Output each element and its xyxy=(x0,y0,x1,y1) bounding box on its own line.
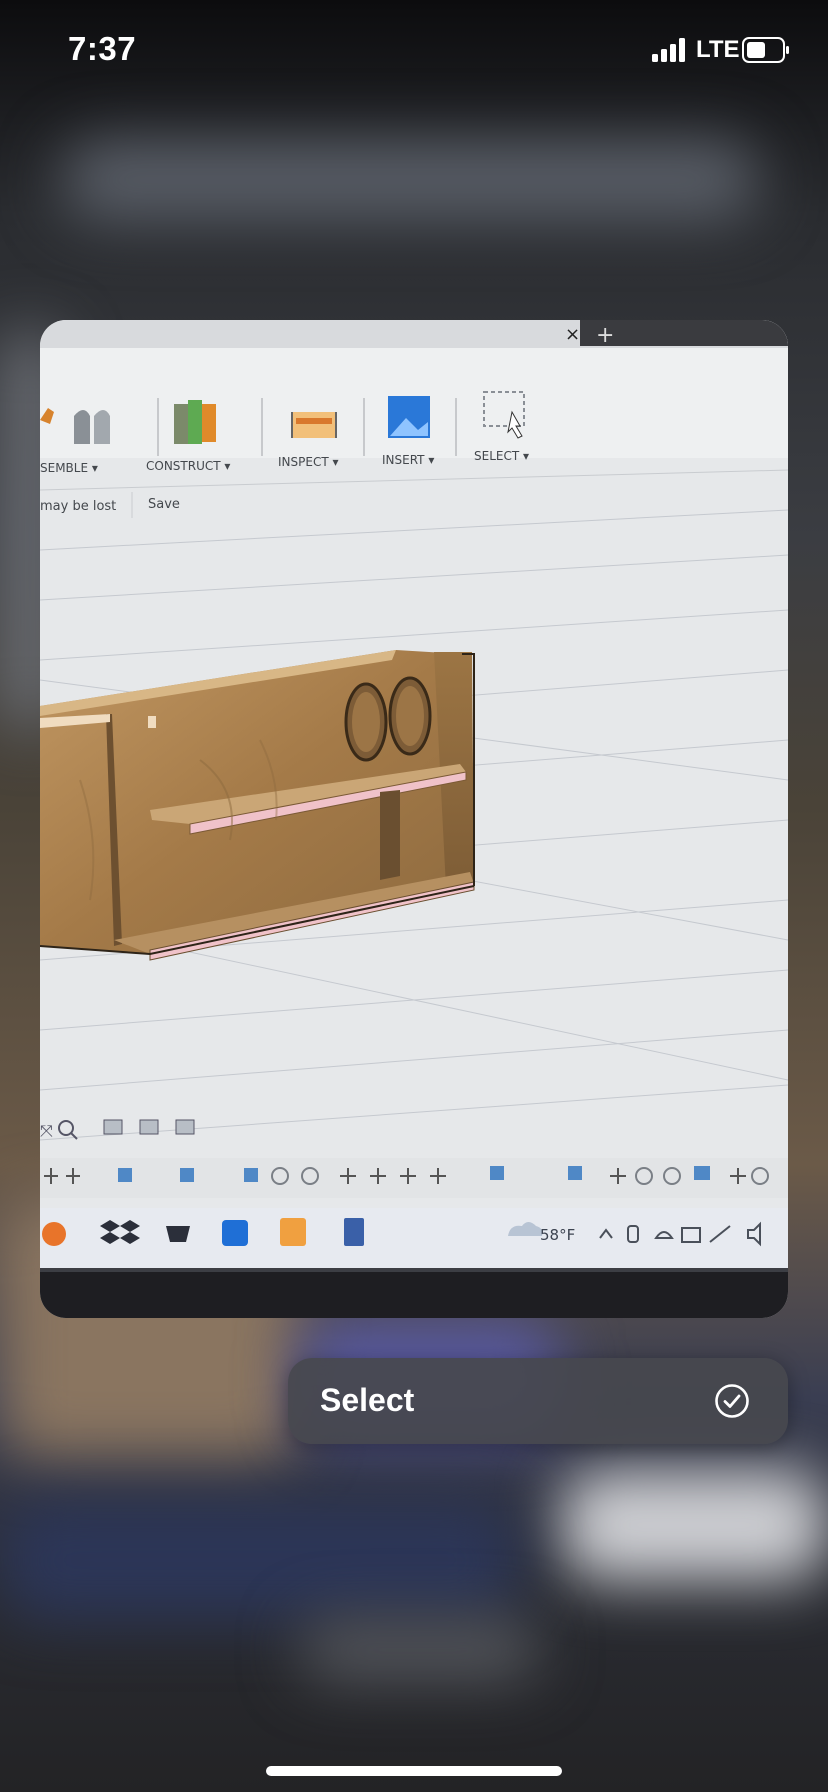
select-label: Select xyxy=(320,1382,415,1418)
cellular-signal-icon xyxy=(652,38,685,62)
calculator-icon[interactable] xyxy=(344,1218,364,1246)
carrier-label: LTE xyxy=(696,36,740,63)
display-settings-icon[interactable] xyxy=(103,1119,123,1135)
unsaved-notice: may be lost xyxy=(40,499,116,514)
shelf-model[interactable] xyxy=(40,650,475,961)
svg-text:⤧: ⤧ xyxy=(40,1121,53,1140)
grid-settings-icon[interactable] xyxy=(139,1119,159,1135)
firefox-icon[interactable] xyxy=(42,1222,66,1246)
photo-preview[interactable]: × + SEMBLE ▾ CONSTRUCT ▾ INSPECT ▾ INSER… xyxy=(40,320,788,1318)
weather-temperature: 58°F xyxy=(540,1226,575,1244)
toolbar-label-construct: CONSTRUCT ▾ xyxy=(146,459,230,473)
add-tab-icon[interactable]: + xyxy=(596,323,614,348)
viewports-icon[interactable] xyxy=(175,1119,195,1135)
close-icon[interactable]: × xyxy=(565,324,580,345)
app-c-icon[interactable] xyxy=(222,1220,248,1246)
construct-tool-icon[interactable] xyxy=(174,400,216,444)
checkmark-circle-icon xyxy=(715,1384,749,1418)
amazon-icon[interactable] xyxy=(166,1226,190,1242)
toolbar-label-inspect: INSPECT ▾ xyxy=(278,455,339,469)
toolbar-label-select: SELECT ▾ xyxy=(474,449,529,463)
status-bar: 7:37 LTE xyxy=(0,0,828,100)
insert-tool-icon[interactable] xyxy=(388,396,430,438)
home-indicator[interactable] xyxy=(266,1766,562,1776)
zoom-icon[interactable] xyxy=(58,1120,74,1136)
app-orange-icon[interactable] xyxy=(280,1218,306,1246)
status-time: 7:37 xyxy=(68,30,137,67)
battery-icon xyxy=(742,37,789,63)
save-link[interactable]: Save xyxy=(148,497,180,512)
inspect-tool-icon[interactable] xyxy=(291,412,337,438)
toolbar-label-assemble: SEMBLE ▾ xyxy=(40,461,98,475)
select-button[interactable]: Select xyxy=(288,1358,788,1444)
toolbar-label-insert: INSERT ▾ xyxy=(382,453,434,467)
